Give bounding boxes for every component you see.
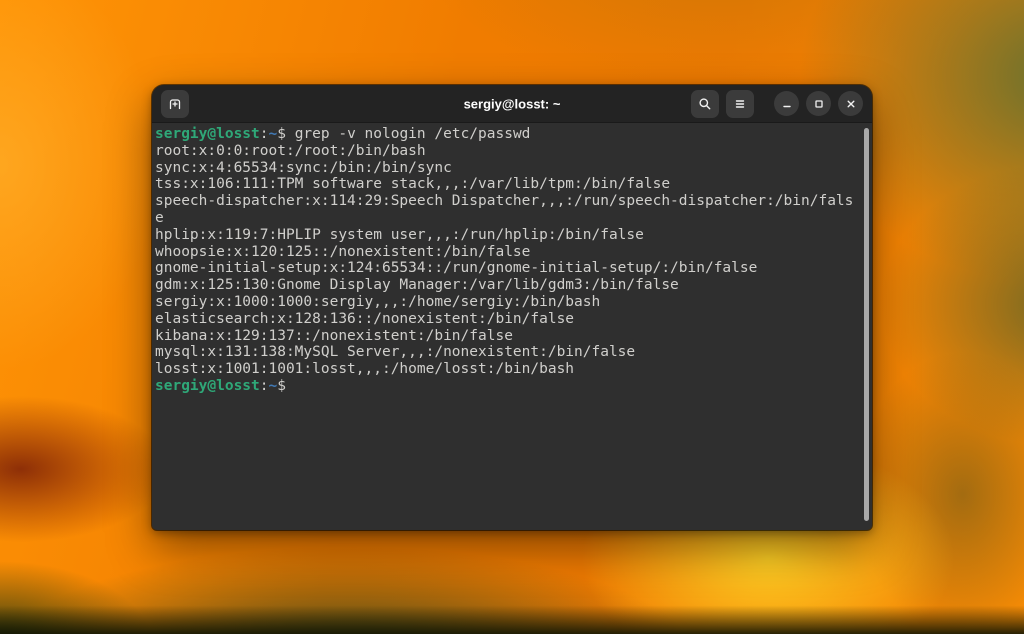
desktop-wallpaper: sergiy@losst: ~: [0, 0, 1024, 634]
prompt-line: sergiy@losst:~$ grep -v nologin /etc/pas…: [155, 126, 862, 143]
maximize-icon: [812, 97, 826, 111]
menu-icon: [732, 96, 748, 112]
output-line: gnome-initial-setup:x:124:65534::/run/gn…: [155, 260, 862, 277]
output-text: elasticsearch:x:128:136::/nonexistent:/b…: [155, 311, 574, 327]
output-text: losst:x:1001:1001:losst,,,:/home/losst:/…: [155, 361, 574, 377]
output-line: hplip:x:119:7:HPLIP system user,,,:/run/…: [155, 227, 862, 244]
menu-button[interactable]: [726, 90, 754, 118]
output-text: gnome-initial-setup:x:124:65534::/run/gn…: [155, 260, 757, 276]
output-line: elasticsearch:x:128:136::/nonexistent:/b…: [155, 311, 862, 328]
prompt-separator: :: [260, 378, 269, 394]
output-text: sergiy:x:1000:1000:sergiy,,,:/home/sergi…: [155, 294, 600, 310]
output-line: losst:x:1001:1001:losst,,,:/home/losst:/…: [155, 361, 862, 378]
output-line: speech-dispatcher:x:114:29:Speech Dispat…: [155, 193, 862, 210]
output-text: kibana:x:129:137::/nonexistent:/bin/fals…: [155, 328, 513, 344]
output-line: sergiy:x:1000:1000:sergiy,,,:/home/sergi…: [155, 294, 862, 311]
new-tab-icon: [167, 96, 183, 112]
close-button[interactable]: [838, 91, 863, 116]
output-line: sync:x:4:65534:sync:/bin:/bin/sync: [155, 160, 862, 177]
output-line: whoopsie:x:120:125::/nonexistent:/bin/fa…: [155, 244, 862, 261]
output-text: root:x:0:0:root:/root:/bin/bash: [155, 143, 426, 159]
output-line: kibana:x:129:137::/nonexistent:/bin/fals…: [155, 328, 862, 345]
output-line: tss:x:106:111:TPM software stack,,,:/var…: [155, 176, 862, 193]
output-text: tss:x:106:111:TPM software stack,,,:/var…: [155, 176, 670, 192]
output-text: mysql:x:131:138:MySQL Server,,,:/nonexis…: [155, 344, 635, 360]
prompt-separator: :: [260, 126, 269, 142]
output-line: root:x:0:0:root:/root:/bin/bash: [155, 143, 862, 160]
prompt-symbol: $: [277, 126, 286, 142]
close-icon: [844, 97, 858, 111]
output-line: mysql:x:131:138:MySQL Server,,,:/nonexis…: [155, 344, 862, 361]
titlebar[interactable]: sergiy@losst: ~: [152, 85, 872, 123]
prompt-user: sergiy@losst: [155, 378, 260, 394]
prompt-user: sergiy@losst: [155, 126, 260, 142]
search-button[interactable]: [691, 90, 719, 118]
output-line: e: [155, 210, 862, 227]
minimize-icon: [780, 97, 794, 111]
output-line: gdm:x:125:130:Gnome Display Manager:/var…: [155, 277, 862, 294]
output-text: speech-dispatcher:x:114:29:Speech Dispat…: [155, 193, 853, 209]
prompt-symbol: $: [277, 378, 286, 394]
search-icon: [697, 96, 713, 112]
prompt-path: ~: [269, 126, 278, 142]
output-text: gdm:x:125:130:Gnome Display Manager:/var…: [155, 277, 679, 293]
window-title: sergiy@losst: ~: [464, 96, 561, 111]
terminal-screen[interactable]: sergiy@losst:~$ grep -v nologin /etc/pas…: [152, 123, 872, 530]
output-text: sync:x:4:65534:sync:/bin:/bin/sync: [155, 160, 452, 176]
command-text: grep -v nologin /etc/passwd: [286, 126, 530, 142]
terminal-lines: sergiy@losst:~$ grep -v nologin /etc/pas…: [155, 126, 862, 395]
output-text: e: [155, 210, 164, 226]
prompt-path: ~: [269, 378, 278, 394]
output-text: hplip:x:119:7:HPLIP system user,,,:/run/…: [155, 227, 644, 243]
prompt-line: sergiy@losst:~$: [155, 378, 862, 395]
scrollbar-thumb[interactable]: [864, 128, 869, 521]
minimize-button[interactable]: [774, 91, 799, 116]
maximize-button[interactable]: [806, 91, 831, 116]
output-text: whoopsie:x:120:125::/nonexistent:/bin/fa…: [155, 244, 530, 260]
terminal-window: sergiy@losst: ~: [152, 85, 872, 530]
new-tab-button[interactable]: [161, 90, 189, 118]
command-text: [286, 378, 295, 394]
